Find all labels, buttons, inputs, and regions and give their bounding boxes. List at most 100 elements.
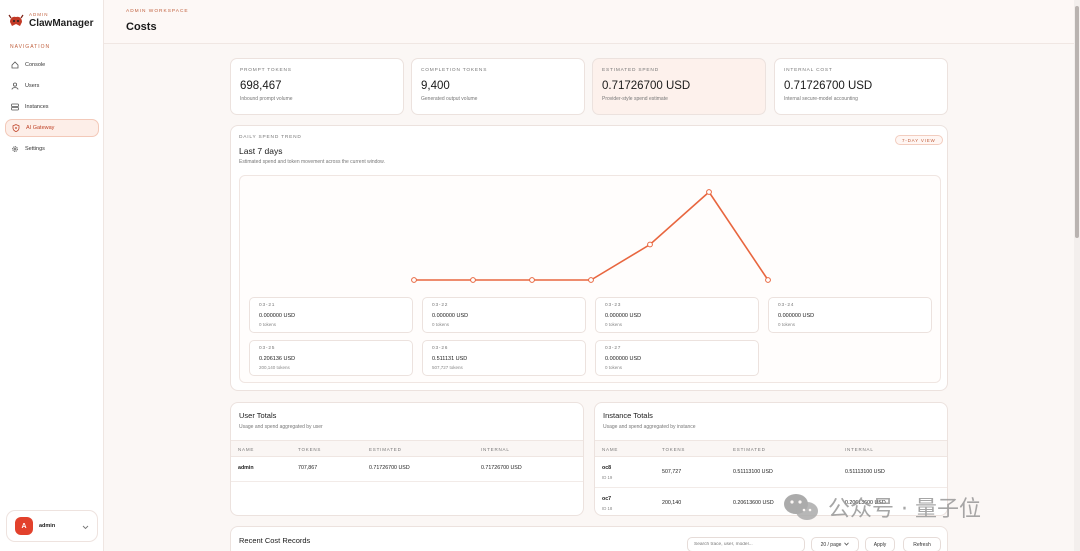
data-point-03-22[interactable] [470, 277, 476, 283]
stat-value: 698,467 [240, 80, 282, 92]
column-header: ESTIMATED [733, 447, 766, 452]
sidebar-item-label: Instances [25, 104, 49, 110]
avatar: A [15, 517, 33, 535]
sidebar-item-label: Settings [25, 146, 45, 152]
header-kicker: ADMIN WORKSPACE [126, 9, 189, 14]
day-date: 03-26 [432, 346, 449, 351]
cell-tokens: 507,727 [662, 469, 682, 475]
day-date: 03-27 [605, 346, 622, 351]
user-icon [11, 82, 19, 90]
data-point-03-23[interactable] [529, 277, 535, 283]
column-header: NAME [602, 447, 619, 452]
chevron-down-icon [82, 517, 89, 535]
table-title: User Totals [239, 411, 277, 420]
day-card: 03-25 0.206136 USD 200,140 tokens [249, 340, 413, 376]
stat-value: 0.71726700 USD [784, 80, 873, 92]
cell-internal: 0.71726700 USD [481, 465, 522, 471]
daily-spend-trend-card: DAILY SPEND TREND Last 7 days Estimated … [230, 125, 948, 391]
trend-subtitle: Estimated spend and token movement acros… [239, 159, 385, 165]
stat-subtitle: Internal secure-model accounting [784, 96, 858, 102]
apply-button[interactable]: Apply [865, 537, 895, 551]
sidebar-item-label: AI Gateway [26, 125, 55, 131]
cell-id: ID 19 [602, 475, 613, 480]
sidebar-item-settings[interactable]: Settings [5, 140, 99, 158]
table-header: NAME TOKENS ESTIMATED INTERNAL [231, 440, 583, 457]
day-date: 03-24 [778, 303, 795, 308]
recent-title: Recent Cost Records [239, 536, 311, 545]
day-spend: 0.000000 USD [778, 313, 815, 319]
page-size-value: 20 / page [820, 541, 842, 548]
watermark-text: 公众号 · 量子位 [828, 497, 981, 522]
day-date: 03-21 [259, 303, 276, 308]
stat-subtitle: Generated output volume [421, 96, 478, 102]
day-spend: 0.000000 USD [605, 313, 642, 319]
cell-estimated: 0.51113100 USD [733, 469, 773, 475]
seven-day-view-badge[interactable]: 7-DAY VIEW [895, 135, 943, 145]
day-tokens: 0 tokens [605, 365, 623, 370]
data-point-03-25[interactable] [647, 241, 653, 248]
trend-chart-panel: 03-21 0.000000 USD 0 tokens 03-22 0.0000… [239, 175, 941, 383]
day-tokens: 0 tokens [432, 322, 450, 327]
sidebar-item-ai-gateway[interactable]: AI Gateway [5, 119, 99, 137]
data-point-03-26[interactable] [706, 189, 712, 195]
day-spend: 0.511131 USD [432, 356, 468, 362]
table-subtitle: Usage and spend aggregated by instance [603, 424, 696, 430]
table-subtitle: Usage and spend aggregated by user [239, 424, 323, 430]
user-totals-card: User Totals Usage and spend aggregated b… [230, 402, 584, 516]
column-header: NAME [238, 447, 255, 452]
claw-logo-icon [8, 14, 24, 26]
nav-heading: NAVIGATION [10, 44, 51, 50]
stat-card-completion-tokens: COMPLETION TOKENS 9,400 Generated output… [411, 58, 585, 115]
cell-estimated: 0.20613600 USD [733, 500, 774, 506]
day-card: 03-26 0.511131 USD 507,727 tokens [422, 340, 586, 376]
wechat-icon [784, 494, 818, 520]
data-point-03-21[interactable] [411, 277, 417, 283]
gear-icon [11, 145, 19, 153]
sidebar-item-label: Console [25, 62, 46, 68]
server-icon [11, 103, 19, 111]
cell-name: oc8 [602, 465, 612, 471]
day-tokens: 507,727 tokens [432, 365, 463, 370]
search-input[interactable] [687, 537, 805, 551]
sidebar-item-users[interactable]: Users [5, 77, 99, 95]
home-icon [11, 61, 19, 69]
sidebar-item-label: Users [25, 83, 40, 89]
stat-label: PROMPT TOKENS [240, 68, 292, 73]
scrollbar-thumb[interactable] [1075, 6, 1079, 238]
table-title: Instance Totals [603, 411, 653, 420]
page-size-select[interactable]: 20 / page [811, 537, 859, 551]
cell-name: oc7 [602, 496, 612, 502]
brand[interactable]: ADMIN ClawManager [8, 12, 93, 29]
trend-title: Last 7 days [239, 146, 283, 156]
day-spend: 0.000000 USD [259, 313, 296, 319]
sidebar-item-console[interactable]: Console [5, 56, 99, 74]
stat-card-estimated-spend: ESTIMATED SPEND 0.71726700 USD Provider-… [592, 58, 766, 115]
day-spend: 0.206136 USD [259, 356, 296, 362]
sidebar-nav: Console Users Instances AI Gateway Setti… [5, 56, 99, 161]
day-card: 03-22 0.000000 USD 0 tokens [422, 297, 586, 333]
refresh-button[interactable]: Refresh [903, 537, 941, 551]
sidebar-item-instances[interactable]: Instances [5, 98, 99, 116]
day-tokens: 0 tokens [605, 322, 623, 327]
day-tokens: 0 tokens [778, 322, 796, 327]
cell-id: ID 18 [602, 506, 613, 511]
user-menu[interactable]: A admin [6, 510, 98, 542]
cell-name: admin [238, 465, 254, 471]
day-spend: 0.000000 USD [432, 313, 469, 319]
table-row[interactable]: admin 707,867 0.71726700 USD 0.71726700 … [231, 458, 583, 482]
data-point-03-24[interactable] [588, 277, 594, 283]
day-spend: 0.000000 USD [605, 356, 642, 362]
column-header: TOKENS [298, 447, 322, 452]
user-name: admin [39, 523, 56, 529]
stat-subtitle: Provider-style spend estimate [602, 96, 668, 102]
table-row[interactable]: oc8 ID 19 507,727 0.51113100 USD 0.51113… [595, 458, 947, 488]
data-point-03-27[interactable] [765, 277, 771, 283]
day-card: 03-24 0.000000 USD 0 tokens [768, 297, 932, 333]
table-header: NAME TOKENS ESTIMATED INTERNAL [595, 440, 947, 457]
stat-card-internal-cost: INTERNAL COST 0.71726700 USD Internal se… [774, 58, 948, 115]
stat-label: ESTIMATED SPEND [602, 68, 659, 73]
day-date: 03-23 [605, 303, 622, 308]
spend-line-chart [411, 189, 771, 283]
column-header: TOKENS [662, 447, 686, 452]
recent-cost-records-card: Recent Cost Records 20 / page Apply Refr… [230, 526, 948, 551]
